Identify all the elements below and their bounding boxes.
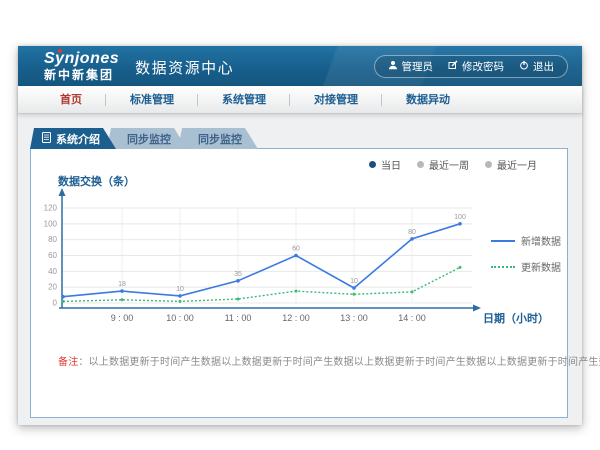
doc-icon	[42, 132, 51, 146]
nav-item-0[interactable]: 首页	[36, 87, 106, 113]
tab-1[interactable]: 同步监控	[107, 128, 187, 149]
header-action-change-password[interactable]: 修改密码	[448, 59, 504, 74]
svg-text:数据交换（条）: 数据交换（条）	[58, 174, 135, 188]
legend-line-sample	[491, 266, 515, 268]
svg-text:10 : 00: 10 : 00	[166, 313, 194, 323]
svg-text:100: 100	[454, 214, 466, 221]
svg-text:20: 20	[48, 283, 57, 292]
svg-text:12 : 00: 12 : 00	[282, 313, 310, 323]
svg-text:60: 60	[292, 246, 300, 253]
tab-label: 系统介绍	[56, 131, 100, 147]
logo-text-cn: 新中新集团	[44, 69, 119, 81]
user-icon	[388, 60, 398, 73]
header-action-label: 管理员	[402, 59, 434, 74]
logo-text-en: Synjones	[44, 51, 119, 67]
range-option-label: 最近一月	[497, 157, 537, 172]
logout-icon	[519, 60, 529, 73]
legend-item-0: 新增数据	[491, 233, 561, 248]
svg-text:13 : 00: 13 : 00	[340, 313, 368, 323]
radio-icon	[369, 161, 376, 168]
header-actions: 管理员 修改密码 退出	[374, 55, 569, 78]
svg-text:80: 80	[48, 235, 57, 244]
content-panel: 0 20 40 60 80 100 120 数据交换（条） 日期（小时） 9 : 00 10 : 0…	[30, 148, 568, 418]
edit-icon	[448, 60, 458, 73]
company-logo: Synjones 新中新集团	[44, 51, 119, 81]
svg-text:14 : 00: 14 : 00	[398, 313, 426, 323]
range-option-label: 最近一周	[429, 157, 469, 172]
svg-text:80: 80	[408, 229, 416, 236]
range-option-1[interactable]: 最近一周	[417, 157, 469, 172]
range-option-label: 当日	[381, 157, 401, 172]
range-option-2[interactable]: 最近一月	[485, 157, 537, 172]
app-header: Synjones 新中新集团 数据资源中心 管理员 修改密码 退出	[18, 46, 582, 86]
svg-text:9 : 00: 9 : 00	[111, 313, 134, 323]
footnote-prefix: 备注	[58, 357, 78, 368]
svg-text:日期（小时）: 日期（小时）	[483, 311, 549, 325]
svg-text:40: 40	[48, 267, 57, 276]
time-range-options: 当日 最近一周 最近一月	[369, 157, 537, 172]
header-action-label: 退出	[533, 59, 554, 74]
radio-icon	[417, 161, 424, 168]
legend-line-sample	[491, 240, 515, 242]
tab-bar: 系统介绍 同步监控 同步监控	[30, 128, 258, 149]
svg-text:35: 35	[234, 271, 242, 278]
nav-item-2[interactable]: 系统管理	[198, 87, 290, 113]
page-title: 数据资源中心	[135, 57, 234, 78]
footnote: 备注：以上数据更新于时间产生数据以上数据更新于时间产生数据以上数据更新于时间产生…	[58, 353, 600, 368]
tab-0[interactable]: 系统介绍	[30, 128, 116, 149]
header-action-label: 修改密码	[462, 59, 504, 74]
logo-red-dot-icon	[58, 49, 62, 53]
app-window: Synjones 新中新集团 数据资源中心 管理员修改密码退出 首页标准管理系统…	[18, 46, 582, 425]
svg-text:10: 10	[176, 286, 184, 293]
header-action-user[interactable]: 管理员	[388, 59, 434, 74]
nav-item-3[interactable]: 对接管理	[290, 87, 382, 113]
legend-item-1: 更新数据	[491, 259, 561, 274]
svg-text:60: 60	[48, 251, 57, 260]
tab-label: 同步监控	[127, 131, 171, 147]
radio-icon	[485, 161, 492, 168]
line-chart: 0 20 40 60 80 100 120 数据交换（条） 日期（小时） 9 : 00 10 : 0…	[31, 149, 569, 417]
svg-text:18: 18	[118, 281, 126, 288]
range-option-0[interactable]: 当日	[369, 157, 401, 172]
svg-text:0: 0	[53, 299, 58, 308]
svg-text:120: 120	[44, 204, 58, 213]
tab-label: 同步监控	[198, 131, 242, 147]
nav-item-1[interactable]: 标准管理	[106, 87, 198, 113]
chart-legend: 新增数据更新数据	[491, 233, 561, 274]
legend-label: 新增数据	[521, 233, 561, 248]
footnote-text: ：以上数据更新于时间产生数据以上数据更新于时间产生数据以上数据更新于时间产生数据…	[78, 357, 600, 368]
nav-item-4[interactable]: 数据异动	[382, 87, 474, 113]
legend-label: 更新数据	[521, 259, 561, 274]
tab-2[interactable]: 同步监控	[178, 128, 258, 149]
svg-text:10: 10	[350, 278, 358, 285]
svg-text:100: 100	[44, 219, 58, 228]
header-action-logout[interactable]: 退出	[519, 59, 554, 74]
main-nav: 首页标准管理系统管理对接管理数据异动	[18, 86, 582, 114]
svg-text:11 : 00: 11 : 00	[225, 313, 252, 323]
